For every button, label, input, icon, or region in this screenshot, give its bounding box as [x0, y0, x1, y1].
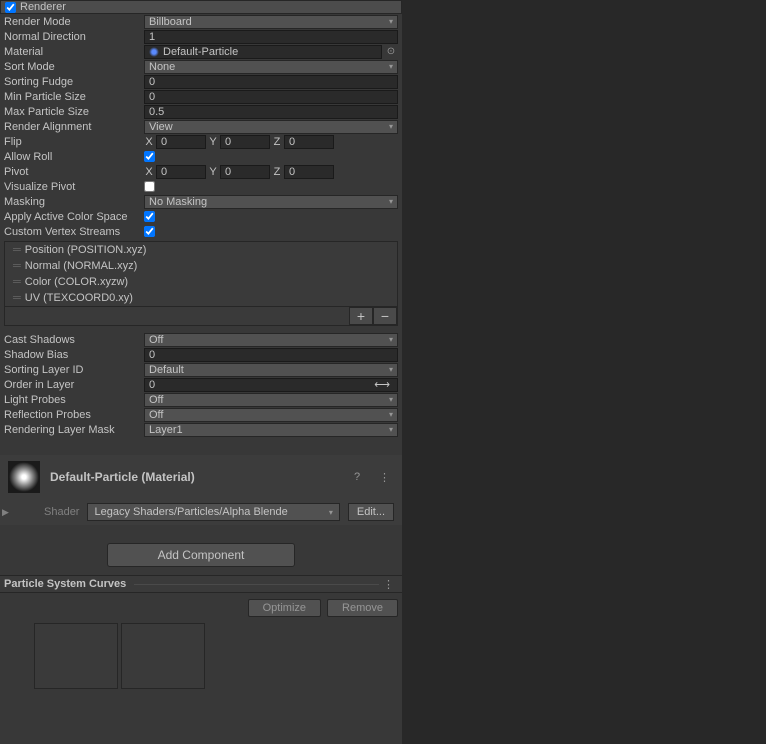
light-probes-label: Light Probes — [4, 394, 144, 406]
material-expand-arrow[interactable]: ▶ — [2, 507, 9, 518]
add-vertex-stream-button[interactable]: + — [349, 307, 373, 325]
min-particle-size-label: Min Particle Size — [4, 91, 144, 103]
flip-y-label: Y — [208, 136, 218, 148]
pivot-x-input[interactable] — [156, 165, 206, 179]
material-title: Default-Particle (Material) — [50, 470, 339, 484]
drag-handle-icon[interactable]: ═ — [13, 276, 19, 288]
render-alignment-dropdown[interactable]: View — [144, 120, 398, 134]
vertex-stream-item[interactable]: ═Normal (NORMAL.xyz) — [5, 258, 397, 274]
pivot-y-label: Y — [208, 166, 218, 178]
vertex-stream-item[interactable]: ═Color (COLOR.xyzw) — [5, 274, 397, 290]
flip-x-input[interactable] — [156, 135, 206, 149]
vertex-streams-list: ═Position (POSITION.xyz) ═Normal (NORMAL… — [4, 241, 398, 326]
curve-tile[interactable] — [34, 623, 118, 689]
max-particle-size-label: Max Particle Size — [4, 106, 144, 118]
normal-direction-input[interactable] — [144, 30, 398, 44]
visualize-pivot-checkbox[interactable] — [144, 181, 155, 192]
render-alignment-label: Render Alignment — [4, 121, 144, 133]
vertex-stream-item[interactable]: ═UV (TEXCOORD0.xy) — [5, 290, 397, 306]
sorting-layer-id-dropdown[interactable]: Default — [144, 363, 398, 377]
flip-z-input[interactable] — [284, 135, 334, 149]
pivot-z-label: Z — [272, 166, 282, 178]
shader-dropdown[interactable]: Legacy Shaders/Particles/Alpha Blende — [87, 503, 339, 521]
min-particle-size-input[interactable] — [144, 90, 398, 104]
light-probes-dropdown[interactable]: Off — [144, 393, 398, 407]
edit-shader-button[interactable]: Edit... — [348, 503, 394, 521]
render-mode-dropdown[interactable]: Billboard — [144, 15, 398, 29]
custom-vertex-streams-checkbox[interactable] — [144, 226, 155, 237]
material-preview-icon — [8, 461, 40, 493]
sorting-fudge-input[interactable] — [144, 75, 398, 89]
material-icon — [149, 47, 159, 57]
max-particle-size-input[interactable] — [144, 105, 398, 119]
material-object-picker[interactable] — [384, 45, 398, 59]
apply-color-space-checkbox[interactable] — [144, 211, 155, 222]
remove-vertex-stream-button[interactable]: − — [373, 307, 397, 325]
reflection-probes-dropdown[interactable]: Off — [144, 408, 398, 422]
renderer-title: Renderer — [20, 1, 66, 13]
material-field[interactable]: Default-Particle — [144, 45, 382, 59]
pivot-z-input[interactable] — [284, 165, 334, 179]
pivot-x-label: X — [144, 166, 154, 178]
renderer-section-header[interactable]: Renderer — [0, 0, 402, 14]
shadow-bias-label: Shadow Bias — [4, 349, 144, 361]
curves-title: Particle System Curves — [4, 578, 126, 590]
shadow-bias-input[interactable] — [144, 348, 398, 362]
sorting-layer-id-label: Sorting Layer ID — [4, 364, 144, 376]
pivot-y-input[interactable] — [220, 165, 270, 179]
rendering-layer-mask-dropdown[interactable]: Layer1 — [144, 423, 398, 437]
vertex-stream-item[interactable]: ═Position (POSITION.xyz) — [5, 242, 397, 258]
add-component-button[interactable]: Add Component — [107, 543, 296, 567]
allow-roll-label: Allow Roll — [4, 151, 144, 163]
masking-dropdown[interactable]: No Masking — [144, 195, 398, 209]
drag-handle-icon[interactable]: ═ — [13, 292, 19, 304]
flip-label: Flip — [4, 136, 144, 148]
pivot-label: Pivot — [4, 166, 144, 178]
reflection-probes-label: Reflection Probes — [4, 409, 144, 421]
custom-vertex-streams-label: Custom Vertex Streams — [4, 226, 144, 238]
curves-menu-icon[interactable]: ⋮ — [379, 578, 398, 591]
drag-handle-icon[interactable]: ═ — [13, 244, 19, 256]
allow-roll-checkbox[interactable] — [144, 151, 155, 162]
normal-direction-label: Normal Direction — [4, 31, 144, 43]
material-menu-icon[interactable]: ⋮ — [375, 471, 394, 484]
flip-z-label: Z — [272, 136, 282, 148]
order-in-layer-input[interactable] — [144, 378, 398, 392]
viewport-panel — [402, 0, 766, 744]
sorting-fudge-label: Sorting Fudge — [4, 76, 144, 88]
masking-label: Masking — [4, 196, 144, 208]
order-in-layer-label: Order in Layer — [4, 379, 144, 391]
curve-tile[interactable] — [121, 623, 205, 689]
render-mode-label: Render Mode — [4, 16, 144, 28]
sort-mode-label: Sort Mode — [4, 61, 144, 73]
drag-handle-icon[interactable]: ═ — [13, 260, 19, 272]
shader-label: Shader — [44, 506, 79, 518]
rendering-layer-mask-label: Rendering Layer Mask — [4, 424, 144, 436]
help-icon[interactable]: ? — [349, 469, 365, 485]
remove-button[interactable]: Remove — [327, 599, 398, 617]
optimize-button[interactable]: Optimize — [248, 599, 321, 617]
apply-color-space-label: Apply Active Color Space — [4, 211, 144, 223]
flip-y-input[interactable] — [220, 135, 270, 149]
cast-shadows-label: Cast Shadows — [4, 334, 144, 346]
cast-shadows-dropdown[interactable]: Off — [144, 333, 398, 347]
sort-mode-dropdown[interactable]: None — [144, 60, 398, 74]
material-label: Material — [4, 46, 144, 58]
renderer-enabled-checkbox[interactable] — [5, 2, 16, 13]
flip-x-label: X — [144, 136, 154, 148]
visualize-pivot-label: Visualize Pivot — [4, 181, 144, 193]
